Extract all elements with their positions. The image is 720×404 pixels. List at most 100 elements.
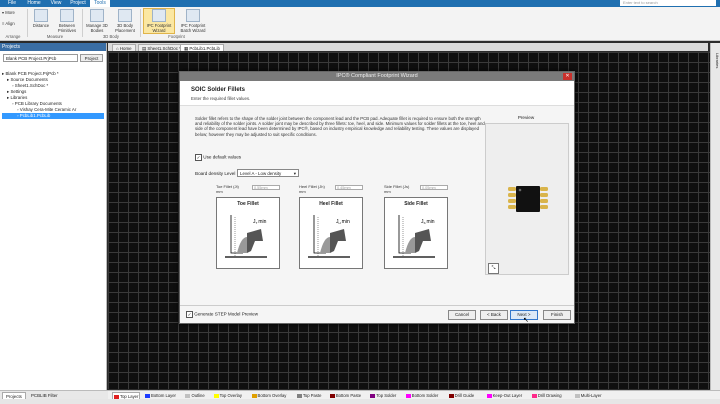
layer-color-swatch — [296, 393, 302, 398]
layer-tab[interactable]: Top Paste — [296, 392, 322, 399]
soic-preview-image — [508, 186, 548, 212]
tree-item-label: Vishay Cera-Mite Ceramic Ar — [19, 107, 77, 112]
layer-tab[interactable]: Outline — [185, 392, 205, 399]
doc-tab-sheet1[interactable]: ▤ Sheet1.SchDoc * — [138, 44, 185, 51]
between-primitives-button[interactable]: Between Primitives — [54, 9, 80, 33]
layer-tab[interactable]: Top Overlay — [213, 392, 242, 399]
tree-item-label: Blank PCB Project.PrjPcb * — [5, 71, 59, 76]
fillet-diagram-shape — [320, 237, 330, 253]
ribbon-tab-bar: File Home View Project Tools Enter text … — [0, 0, 720, 7]
layer-tab[interactable]: Bottom Layer — [145, 392, 176, 399]
fillet-value-input[interactable]: 0.05mm — [420, 185, 448, 190]
layer-color-swatch — [251, 393, 257, 398]
fillet-value-input[interactable]: 0.55mm — [252, 185, 280, 190]
doc-tab-label: PcbLib1.PcbLib — [189, 46, 220, 51]
layer-tab[interactable]: Bottom Overlay — [251, 392, 287, 399]
preview-label: Preview — [517, 115, 535, 120]
board-density-label: Board density Level — [195, 171, 236, 176]
tab-tools[interactable]: Tools — [90, 0, 110, 7]
doc-tab-pcblib1[interactable]: ▦ PcbLib1.PcbLib — [180, 44, 224, 51]
fillet-label: Toe Fillet (Jt) mm — [216, 184, 252, 194]
layer-tab[interactable]: Bottom Paste — [329, 392, 362, 399]
cancel-button[interactable]: Cancel — [448, 310, 476, 320]
fillet-diagram: Side Fillet JSmin — [384, 197, 448, 269]
workspace-dropdown[interactable]: Blank PCB Project.PrjPcb — [3, 54, 78, 62]
layer-tab-label: Bottom Overlay — [257, 393, 287, 398]
layer-tab-label: Bottom Paste — [335, 393, 362, 398]
layer-tab-label: Bottom Solder — [411, 393, 439, 398]
fillet-diagram: Heel Fillet JHmin — [299, 197, 363, 269]
ribbon: ▾ More ≡ Align Arrange Distance Between … — [0, 7, 720, 41]
ribbon-divider — [140, 9, 141, 37]
ipc-footprint-wizard-dialog: IPC® Compliant Footprint Wizard ✕ SOIC S… — [179, 71, 575, 324]
search-input[interactable]: Enter text to search — [620, 0, 716, 6]
batch-wizard-icon — [186, 9, 200, 22]
pcblib-icon: ▦ — [184, 46, 189, 51]
fillet-diagram-drawing: JTmin — [225, 215, 267, 258]
align-button[interactable]: ≡ Align — [2, 21, 15, 26]
tab-file[interactable]: File — [0, 0, 24, 7]
fillet-diagram: Toe Fillet JTmin — [216, 197, 280, 269]
distance-icon — [34, 9, 48, 22]
measure-primitives-icon — [60, 9, 74, 22]
layer-tab[interactable]: Drill Drawing — [531, 392, 562, 399]
finish-button[interactable]: Finish — [543, 310, 571, 320]
layer-tab[interactable]: Multi-Layer — [574, 392, 601, 399]
distance-button[interactable]: Distance — [30, 9, 52, 28]
tree-item-label: PCB Library Documents — [14, 101, 62, 106]
fillet-value-input[interactable]: 0.45mm — [335, 185, 363, 190]
align-label: Align — [5, 21, 15, 26]
ipc-footprint-batch-wizard-button[interactable]: IPC Footprint Batch Wizard — [176, 9, 210, 33]
right-panel-strip: Libraries — [710, 43, 720, 399]
ribbon-divider — [82, 9, 83, 37]
document-tab-bar: ⌂ Home ▤ Sheet1.SchDoc * ▦ PcbLib1.PcbLi… — [108, 43, 708, 51]
bottom-tab-pcblib-filter[interactable]: PCBLIB Filter — [28, 392, 61, 399]
cube-placement-icon — [118, 9, 132, 22]
layer-color-swatch — [145, 393, 151, 398]
mouse-cursor-icon: ↖ — [523, 317, 529, 324]
layer-tab[interactable]: Bottom Solder — [405, 392, 439, 399]
fillet-diagram-drawing: JHmin — [308, 215, 350, 258]
layer-tab[interactable]: Keep-Out Layer — [486, 392, 522, 399]
dialog-title: IPC® Compliant Footprint Wizard — [180, 72, 574, 81]
resize-preview-icon[interactable]: ⤡ — [488, 263, 499, 274]
layer-tab-label: Top Paste — [302, 393, 322, 398]
schematic-icon: ▤ — [142, 46, 147, 51]
dialog-subheading: Enter the required fillet values. — [191, 96, 251, 101]
group-footprint-label: Footprint — [168, 34, 185, 39]
tab-home[interactable]: Home — [24, 0, 44, 7]
doc-tab-home[interactable]: ⌂ Home — [112, 44, 136, 51]
tab-view[interactable]: View — [46, 0, 66, 7]
board-density-select[interactable]: Level A - Low density ▾ — [237, 169, 299, 177]
checkbox-checked-icon[interactable]: ✓ — [186, 311, 193, 318]
ribbon-divider — [27, 9, 28, 37]
layer-tab-label: Bottom Layer — [151, 393, 176, 398]
close-icon[interactable]: ✕ — [563, 73, 572, 80]
ipc-footprint-wizard-button[interactable]: IPC Footprint Wizard — [143, 8, 175, 34]
status-bar — [0, 399, 720, 404]
fillet-label: Heel Fillet (Jh) mm — [299, 184, 335, 194]
project-button[interactable]: Project — [80, 54, 103, 62]
tree-item[interactable]: ▫ PcbLib1.PcbLib — [2, 113, 104, 119]
checkbox-checked-icon[interactable]: ✓ — [195, 154, 202, 161]
layer-tab[interactable]: Drill Guide — [448, 392, 475, 399]
footer-divider — [180, 305, 574, 306]
layer-color-swatch — [185, 393, 191, 398]
preview-pane[interactable]: ⤡ — [485, 123, 569, 275]
use-default-checkbox-row[interactable]: ✓ Use default values — [195, 154, 241, 161]
group-measure-label: Measure — [46, 34, 64, 39]
more-button[interactable]: ▾ More — [2, 10, 15, 15]
tab-project[interactable]: Project — [68, 0, 88, 7]
manage-3d-bodies-button[interactable]: Manage 3D Bodies — [84, 9, 110, 33]
libraries-panel-tab[interactable]: Libraries — [712, 53, 720, 68]
fillet-dimension-suffix: min — [427, 219, 435, 225]
layer-tab-label: Top Overlay — [219, 393, 242, 398]
fillet-description: Solder fillet refers to the shape of the… — [195, 116, 485, 137]
step-preview-checkbox-row[interactable]: ✓ Generate STEP Model Preview — [186, 311, 258, 318]
board-density-value: Level A - Low density — [240, 171, 282, 176]
3d-body-placement-button[interactable]: 3D Body Placement — [112, 9, 138, 33]
layer-color-swatch — [574, 393, 580, 398]
layer-tab[interactable]: Top Solder — [370, 392, 396, 399]
back-button[interactable]: < Back — [480, 310, 508, 320]
layer-tab-label: Drill Guide — [454, 393, 475, 398]
